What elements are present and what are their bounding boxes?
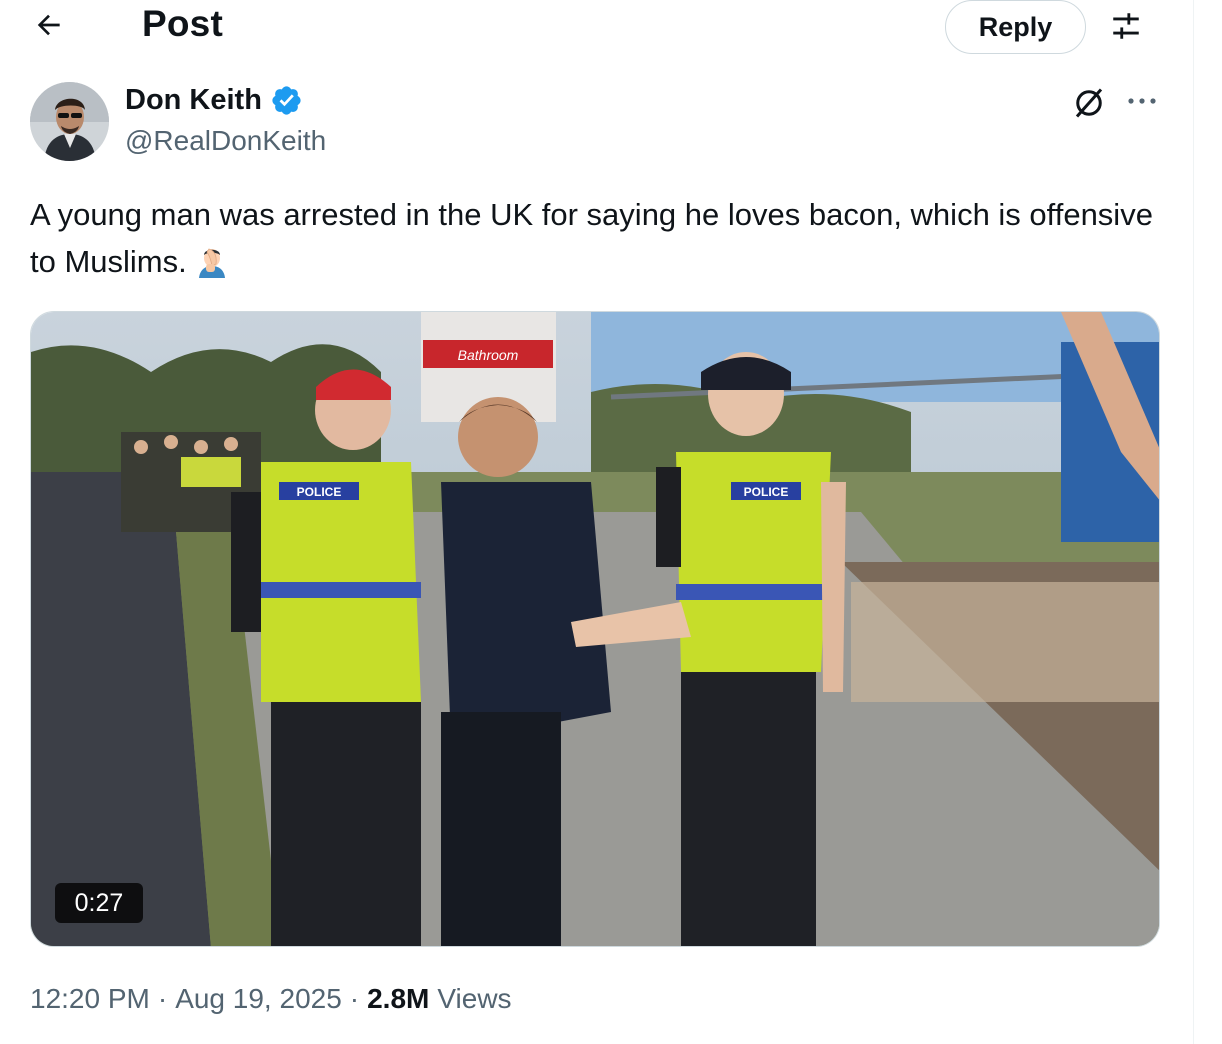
vest-label-right: POLICE	[744, 485, 789, 499]
video-thumbnail: Bathroom POLICE POLICE	[31, 312, 1159, 946]
post-meta: 12:20 PM · Aug 19, 2025 · 2.8M Views	[30, 983, 512, 1015]
meta-separator: ·	[349, 983, 360, 1014]
author-name[interactable]: Don Keith	[125, 84, 303, 117]
more-button[interactable]	[1122, 84, 1162, 118]
column-divider	[1193, 0, 1194, 1044]
filter-icon	[1113, 13, 1139, 39]
grok-button[interactable]	[1068, 82, 1110, 124]
more-icon	[1128, 98, 1156, 104]
back-button[interactable]	[26, 2, 72, 48]
reply-button[interactable]: Reply	[945, 0, 1086, 54]
views-label: Views	[437, 983, 512, 1014]
video-duration: 0:27	[55, 883, 143, 923]
post-page: Post Reply Don Keith @RealDonKeith A you…	[0, 0, 1222, 1044]
author-handle[interactable]: @RealDonKeith	[125, 125, 326, 157]
filter-button[interactable]	[1104, 4, 1148, 48]
grok-icon	[1075, 88, 1103, 118]
author-name-text: Don Keith	[125, 84, 262, 116]
page-title: Post	[142, 3, 223, 44]
views-count: 2.8M	[367, 983, 430, 1014]
avatar[interactable]	[30, 82, 109, 161]
back-arrow-icon	[37, 14, 60, 36]
sign-text: Bathroom	[458, 347, 519, 363]
video-player[interactable]: Bathroom POLICE POLICE 0:27	[30, 311, 1160, 947]
tweet-text: A young man was arrested in the UK for s…	[30, 191, 1170, 291]
post-time[interactable]: 12:20 PM	[30, 983, 150, 1015]
meta-separator: ·	[157, 983, 168, 1014]
verified-badge-icon	[272, 86, 301, 115]
post-date[interactable]: Aug 19, 2025	[175, 983, 342, 1015]
post-header: Post Reply	[0, 0, 1190, 54]
man-facepalming-icon	[195, 244, 229, 291]
vest-label-left: POLICE	[297, 485, 342, 499]
